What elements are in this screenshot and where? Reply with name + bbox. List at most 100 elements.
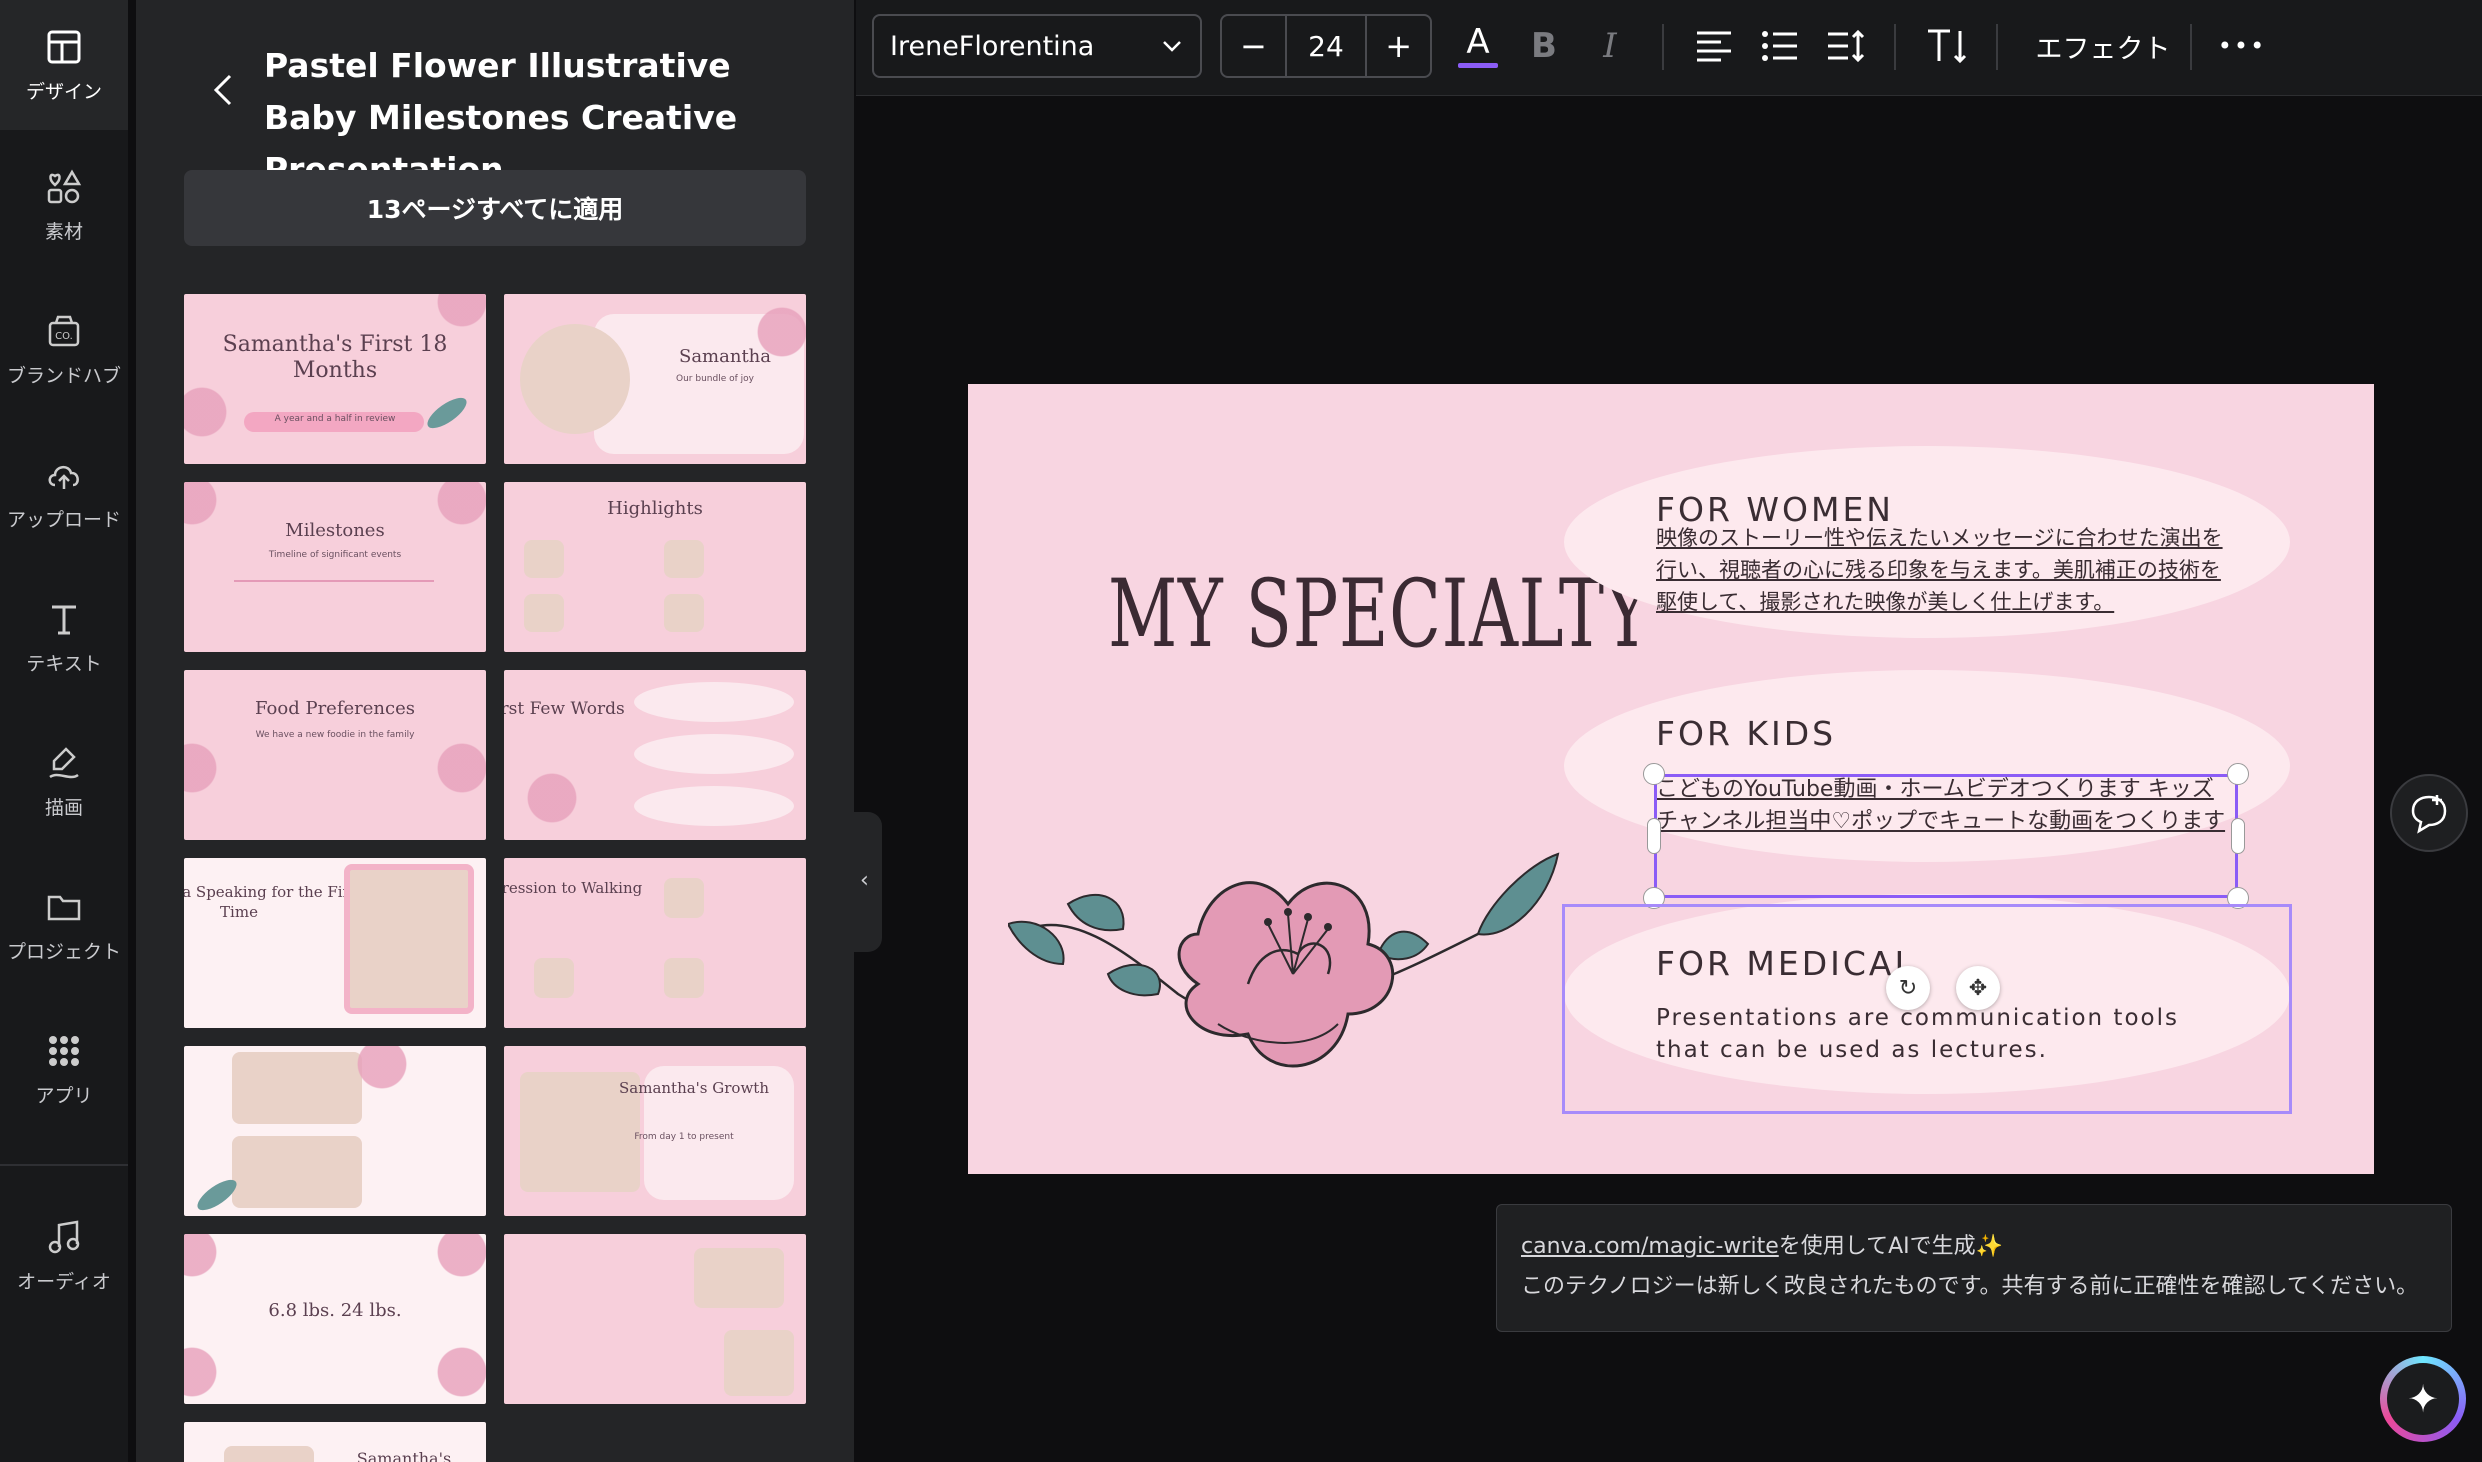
- draw-icon: [49, 746, 79, 778]
- cloud-upload-icon: [48, 465, 79, 489]
- thumbnail-title: Samantha: [678, 346, 771, 367]
- resize-handle[interactable]: [2227, 763, 2249, 785]
- font-size-stepper: − 24 +: [1220, 14, 1432, 78]
- apply-all-pages-button[interactable]: 13ページすべてに適用: [184, 170, 806, 246]
- svg-text:CO.: CO.: [55, 331, 73, 342]
- folder-icon: [47, 895, 81, 920]
- rotate-icon[interactable]: ↻: [1886, 966, 1930, 1010]
- rail-audio[interactable]: オーディオ: [0, 1190, 128, 1320]
- thumbnail-subtitle: We have a new foodie in the family: [255, 730, 415, 740]
- template-page-thumbnail[interactable]: [184, 1046, 486, 1216]
- pink-flower-illustration: [1008, 852, 1560, 1068]
- text-color-swatch: [1458, 62, 1498, 68]
- thumbnail-subtitle: Timeline of significant events: [268, 550, 402, 560]
- effects-button[interactable]: エフェクト: [2028, 18, 2178, 74]
- font-family-value: IreneFlorentina: [890, 30, 1095, 62]
- thumbnail-subtitle: Our bundle of joy: [676, 374, 754, 384]
- card-heading-kids[interactable]: FOR KIDS: [1656, 714, 1836, 753]
- magic-write-line1: canva.com/magic-writeを使用してAIで生成✨: [1521, 1227, 2427, 1267]
- rail-label: 描画: [44, 796, 83, 819]
- rail-label: 素材: [44, 220, 83, 243]
- template-page-thumbnail[interactable]: Highlights: [504, 482, 806, 652]
- rail-label: デザイン: [25, 80, 102, 103]
- resize-handle[interactable]: [1643, 763, 1665, 785]
- slide-canvas[interactable]: MY SPECIALTY FOR WOMEN 映像のストーリー性や伝えたいメッセ…: [968, 384, 2374, 1174]
- line-spacing-icon: [1828, 29, 1865, 63]
- rail-apps[interactable]: アプリ: [0, 1004, 128, 1134]
- brand-icon: CO.: [48, 315, 80, 346]
- shapes-icon: [47, 169, 82, 203]
- thumbnail-title: Progression to Walking: [504, 879, 643, 897]
- rail-label: テキスト: [26, 652, 102, 675]
- thumbnail-title: Samantha Speaking for the First Time: [184, 883, 364, 921]
- rail-label: オーディオ: [17, 1270, 111, 1293]
- thumbnail-title: 6.8 lbs. 24 lbs.: [268, 1300, 402, 1321]
- template-page-thumbnail[interactable]: Samantha's First 18 Months A year and a …: [184, 294, 486, 464]
- italic-button[interactable]: I: [1582, 18, 1638, 74]
- template-page-thumbnail[interactable]: Milestones Timeline of significant event…: [184, 482, 486, 652]
- resize-handle[interactable]: [2231, 818, 2245, 854]
- align-left-icon: [1697, 31, 1731, 62]
- template-page-thumbnail[interactable]: 6.8 lbs. 24 lbs.: [184, 1234, 486, 1404]
- canva-editor: { "rail": { "items": [ {"label": "デザイン",…: [0, 0, 2482, 1462]
- template-page-thumbnail[interactable]: Food Preferences We have a new foodie in…: [184, 670, 486, 840]
- font-size-increase-button[interactable]: +: [1367, 16, 1430, 76]
- magic-write-notice: canva.com/magic-writeを使用してAIで生成✨ このテクノロジ…: [1496, 1204, 2452, 1332]
- more-options-button[interactable]: •••: [2214, 18, 2270, 74]
- text-color-icon: A: [1466, 21, 1490, 62]
- align-left-button[interactable]: [1686, 18, 1742, 74]
- magic-write-link[interactable]: canva.com/magic-write: [1521, 1234, 1779, 1259]
- rail-text[interactable]: テキスト: [0, 572, 128, 702]
- rail-elements[interactable]: 素材: [0, 140, 128, 270]
- move-icon[interactable]: ✥: [1956, 966, 2000, 1010]
- text-direction-button[interactable]: [1920, 18, 1976, 74]
- rail-projects[interactable]: プロジェクト: [0, 860, 128, 990]
- template-page-thumbnail[interactable]: Progression to Walking: [504, 858, 806, 1028]
- canva-assistant-button[interactable]: ✦: [2380, 1356, 2466, 1442]
- font-size-decrease-button[interactable]: −: [1222, 16, 1285, 76]
- rail-divider: [0, 1164, 128, 1166]
- left-rail: デザイン 素材 CO. ブランドハブ アップロード テキスト 描画 プロジェクト: [0, 0, 128, 1462]
- toolbar-separator: [2190, 24, 2192, 70]
- bold-button[interactable]: B: [1516, 18, 1572, 74]
- line-spacing-button[interactable]: [1818, 18, 1874, 74]
- music-note-icon: [48, 1220, 80, 1253]
- toolbar-separator: [1662, 24, 1664, 70]
- thumbnail-subtitle: From day 1 to present: [634, 1132, 734, 1142]
- back-chevron-icon[interactable]: [206, 70, 242, 110]
- toolbar-separator: [1894, 24, 1896, 70]
- comment-add-button[interactable]: [2390, 774, 2468, 852]
- resize-handle[interactable]: [1647, 818, 1661, 854]
- rail-label: アプリ: [35, 1084, 93, 1107]
- template-page-thumbnail[interactable]: Samantha's Growth From day 1 to present: [504, 1046, 806, 1216]
- toolbar-separator: [1996, 24, 1998, 70]
- font-size-input[interactable]: 24: [1284, 16, 1368, 76]
- text-color-button[interactable]: A: [1450, 18, 1506, 74]
- rail-label: プロジェクト: [6, 940, 121, 963]
- template-page-thumbnail[interactable]: Samantha Speaking for the First Time: [184, 858, 486, 1028]
- rail-uploads[interactable]: アップロード: [0, 428, 128, 558]
- text-selection-box: [1654, 774, 2238, 898]
- template-page-thumbnail[interactable]: Samantha's: [184, 1422, 486, 1462]
- rail-brand-hub[interactable]: CO. ブランドハブ: [0, 284, 128, 414]
- magic-write-disclaimer: このテクノロジーは新しく改良されたものです。共有する前に正確性を確認してください…: [1521, 1274, 2419, 1299]
- rail-design[interactable]: デザイン: [0, 0, 128, 130]
- bullet-list-button[interactable]: [1752, 18, 1808, 74]
- thumbnail-subtitle: A year and a half in review: [274, 414, 396, 424]
- template-page-thumbnail[interactable]: First Few Words: [504, 670, 806, 840]
- rail-draw[interactable]: 描画: [0, 716, 128, 846]
- collapse-panel-button[interactable]: ‹: [854, 812, 882, 952]
- thumbnail-title: Milestones: [285, 520, 385, 541]
- thumbnail-title: Samantha's: [356, 1449, 452, 1462]
- rail-label: ブランドハブ: [6, 364, 121, 387]
- card-text-women[interactable]: 映像のストーリー性や伝えたいメッセージに合わせた演出を行い、視聴者の心に残る印象…: [1656, 522, 2236, 618]
- thumbnail-title: Food Preferences: [255, 698, 415, 719]
- slide-title[interactable]: MY SPECIALTY: [1108, 560, 1649, 669]
- comment-plus-icon: [2411, 795, 2447, 834]
- panel-header: Pastel Flower Illustrative Baby Mileston…: [136, 0, 854, 189]
- template-page-thumbnail[interactable]: Samantha Our bundle of joy: [504, 294, 806, 464]
- template-page-thumbnail[interactable]: [504, 1234, 806, 1404]
- font-family-dropdown[interactable]: IreneFlorentina: [872, 14, 1202, 78]
- apps-grid-icon: [49, 1035, 79, 1066]
- design-panel: Pastel Flower Illustrative Baby Mileston…: [136, 0, 854, 1462]
